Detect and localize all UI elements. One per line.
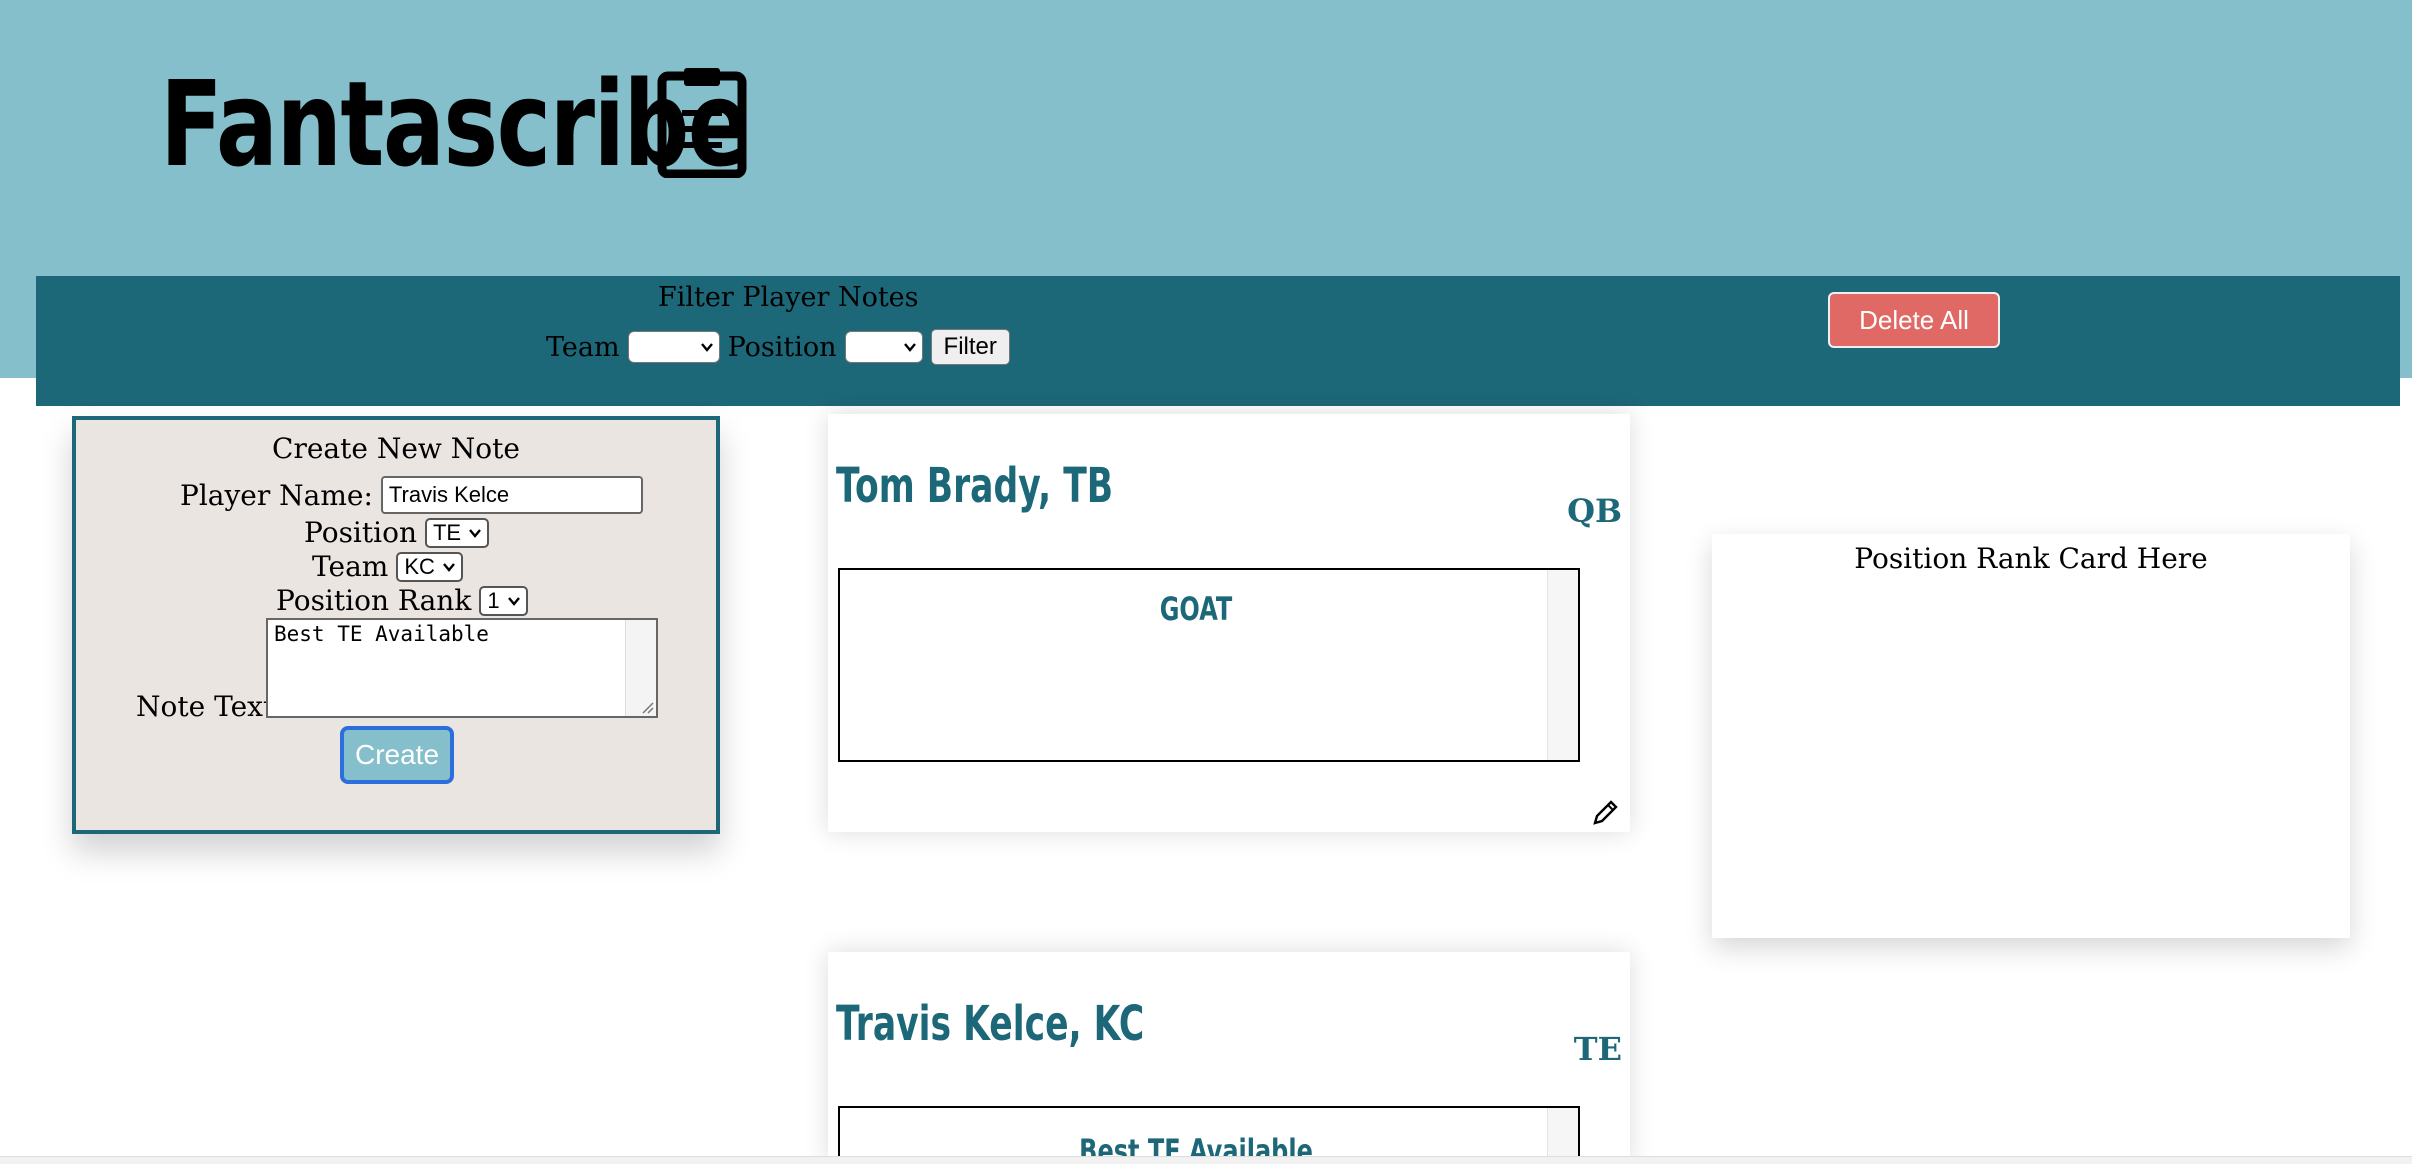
horizontal-scrollbar[interactable] [0,1156,2412,1164]
player-name-label: Player Name: [180,478,373,512]
position-label: Position [304,516,417,549]
note-player-name: Tom Brady, TB [836,458,1114,514]
note-card: Tom Brady, TB QB GOAT [828,414,1630,832]
team-filter-label: Team [546,331,620,363]
filter-controls: Team Position Filter [546,328,1010,366]
position-rank-value: 1 [487,587,500,613]
note-text: GOAT [1159,590,1233,628]
position-rank-select[interactable]: 1 [479,585,528,616]
note-text-label: Note Text: [136,690,284,723]
note-position: TE [1573,1030,1622,1068]
team-label: Team [312,550,389,583]
position-rank-card-title: Position Rank Card Here [1854,542,2208,575]
team-row: Team KC [312,550,463,583]
position-filter-label: Position [727,331,837,363]
position-filter-select[interactable] [844,331,923,363]
position-rank-label: Position Rank [276,584,472,617]
chevron-down-icon [442,562,455,572]
note-position: QB [1567,492,1622,530]
filter-bar [36,276,2400,406]
pencil-icon[interactable] [1590,798,1620,828]
position-rank-row: Position Rank 1 [276,584,528,617]
team-select[interactable]: KC [396,551,463,582]
note-text-area[interactable]: Best TE Available [266,618,658,718]
note-player-name: Travis Kelce, KC [836,996,1145,1052]
position-rank-card: Position Rank Card Here [1712,534,2350,938]
note-text-value: Best TE Available [274,622,489,646]
position-select-value: TE [432,519,462,545]
team-select-value: KC [404,553,435,579]
resize-handle-icon[interactable] [638,698,654,714]
note-text-row: Note Text: [136,690,284,723]
chevron-down-icon [903,343,916,352]
chevron-down-icon [469,528,482,538]
page: Fantascribe Filter Player Notes Team Pos… [0,0,2412,1164]
create-note-title: Create New Note [272,432,520,465]
note-card: Travis Kelce, KC TE Best TE Available [828,952,1630,1164]
create-note-panel: Create New Note Player Name: Travis Kelc… [72,416,720,834]
clipboard-icon [657,68,747,178]
filter-button[interactable]: Filter [930,329,1010,365]
position-select[interactable]: TE [424,517,490,548]
note-text-box: GOAT [838,568,1580,762]
player-name-row: Player Name: Travis Kelce [180,476,643,514]
filter-title: Filter Player Notes [658,282,919,313]
team-filter-select[interactable] [627,331,720,363]
note-scrollbar[interactable] [1547,570,1578,760]
delete-all-button[interactable]: Delete All [1828,292,2000,348]
position-row: Position TE [304,516,490,549]
chevron-down-icon [700,343,713,352]
player-name-input[interactable]: Travis Kelce [380,476,643,514]
create-button[interactable]: Create [340,726,454,784]
chevron-down-icon [507,596,520,606]
